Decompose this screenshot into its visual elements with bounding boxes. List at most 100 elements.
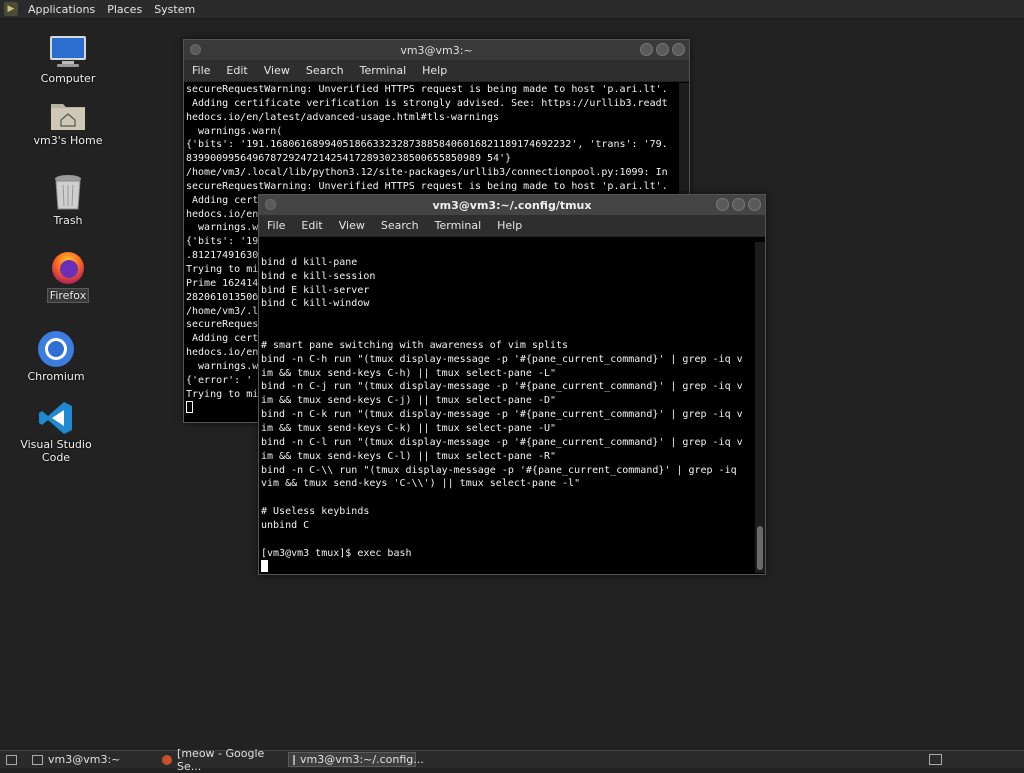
desktop-icon-computer[interactable]: Computer (18, 34, 118, 85)
terminal-line: im && tmux send-keys C-j) || tmux select… (261, 395, 557, 407)
taskbar-item-label: [meow - Google Se... (177, 746, 265, 773)
minimize-icon[interactable] (716, 198, 729, 211)
terminal-line: {'bits': '191.16806168994051866332328738… (186, 139, 668, 151)
computer-icon (50, 36, 86, 67)
desktop-icon-label: Firefox (46, 288, 90, 303)
desktop-icon-label: Visual Studio Code (20, 438, 92, 464)
desktop-icon-label: vm3's Home (33, 134, 103, 147)
terminal-line: bind -n C-j run "(tmux display-message -… (261, 381, 743, 393)
terminal-line: bind -n C-\\ run "(tmux display-message … (261, 464, 737, 476)
desktop-icon-vscode[interactable]: Visual Studio Code (6, 400, 106, 464)
terminal-line: # Useless keybinds (261, 506, 370, 518)
terminal-menubar: File Edit View Search Terminal Help (184, 60, 689, 82)
terminal-line: Adding certificate verification is stron… (186, 97, 668, 109)
terminal-line: bind e kill-session (261, 270, 376, 282)
terminal-line: bind C kill-window (261, 298, 370, 310)
terminal-menubar: File Edit View Search Terminal Help (259, 215, 765, 237)
terminal-icon (293, 754, 295, 765)
terminal-line: im && tmux send-keys C-l) || tmux select… (261, 450, 557, 462)
terminal-line: [vm3@vm3 tmux]$ exec bash (261, 547, 412, 559)
taskbar-item-tmux-terminal[interactable]: vm3@vm3:~/.config... (288, 752, 424, 767)
terminal-line: secureRequestWarning: Unverified HTTPS r… (186, 84, 668, 95)
terminal-line: /home/vm3/.local/lib/python3.12/site-pac… (186, 167, 668, 179)
menu-search[interactable]: Search (298, 64, 352, 77)
trash-icon (55, 175, 81, 210)
scrollbar-thumb[interactable] (757, 526, 763, 570)
window-title: vm3@vm3:~/.config/tmux (432, 198, 592, 212)
desktop-icon-label: Trash (53, 214, 83, 227)
taskbar-item-firefox[interactable]: [meow - Google Se... (158, 747, 286, 773)
terminal-line: secureRequestWarning: Unverified HTTPS r… (186, 180, 668, 192)
terminal-line: im && tmux send-keys C-k) || tmux select… (261, 422, 557, 434)
terminal-line: im && tmux send-keys C-h) || tmux select… (261, 367, 557, 379)
workspace-icon (929, 754, 942, 765)
window-titlebar[interactable]: vm3@vm3:~/.config/tmux (259, 195, 765, 215)
terminal-line: hedocs.io/en/latest/advanced-usage.html#… (186, 111, 500, 123)
terminal-window-tmux[interactable]: vm3@vm3:~/.config/tmux File Edit View Se… (258, 194, 766, 575)
menu-search[interactable]: Search (373, 219, 427, 232)
taskbar-item-label: vm3@vm3:~/.config... (300, 753, 424, 766)
window-menu-icon[interactable] (265, 199, 276, 210)
terminal-line: bind -n C-k run "(tmux display-message -… (261, 409, 743, 421)
menu-edit[interactable]: Edit (293, 219, 330, 232)
terminal-line: warnings.warn( (186, 125, 283, 137)
desktop-icon-home[interactable]: vm3's Home (18, 98, 118, 147)
show-desktop-icon (6, 754, 17, 765)
taskbar-item-label: vm3@vm3:~ (48, 753, 121, 766)
menu-terminal[interactable]: Terminal (352, 64, 415, 77)
menu-edit[interactable]: Edit (218, 64, 255, 77)
workspace-switcher[interactable] (925, 752, 946, 767)
menu-terminal[interactable]: Terminal (427, 219, 490, 232)
desktop-icon-label: Chromium (27, 370, 85, 383)
menu-applications[interactable]: Applications (22, 3, 101, 16)
menu-help[interactable]: Help (489, 219, 530, 232)
terminal-line: bind -n C-h run "(tmux display-message -… (261, 353, 743, 365)
menu-help[interactable]: Help (414, 64, 455, 77)
maximize-icon[interactable] (732, 198, 745, 211)
window-title: vm3@vm3:~ (400, 43, 473, 57)
menu-file[interactable]: File (259, 219, 293, 232)
desktop-icon-trash[interactable]: Trash (18, 174, 118, 227)
window-titlebar[interactable]: vm3@vm3:~ (184, 40, 689, 60)
menu-system[interactable]: System (148, 3, 201, 16)
terminal-line: vim && tmux send-keys 'C-\\') || tmux se… (261, 478, 581, 490)
desktop-icon-firefox[interactable]: Firefox (18, 250, 118, 303)
menu-view[interactable]: View (331, 219, 373, 232)
desktop-icon-chromium[interactable]: Chromium (6, 330, 106, 383)
firefox-icon (162, 754, 173, 765)
minimize-icon[interactable] (640, 43, 653, 56)
terminal-line: # smart pane switching with awareness of… (261, 339, 569, 351)
taskbar-item-home-terminal[interactable]: vm3@vm3:~ (28, 752, 156, 767)
terminal-line: 8399009956496787292472142541728930238500… (186, 153, 512, 165)
terminal-scrollbar[interactable] (755, 242, 765, 573)
close-icon[interactable] (672, 43, 685, 56)
maximize-icon[interactable] (656, 43, 669, 56)
top-panel: ▶ Applications Places System (0, 0, 1024, 19)
terminal-line: bind E kill-server (261, 284, 370, 296)
menu-places[interactable]: Places (101, 3, 148, 16)
desktop-icon-label: Computer (40, 72, 96, 85)
terminal-cursor-line (261, 560, 753, 573)
home-folder-icon (51, 104, 85, 130)
terminal-line: bind d kill-pane (261, 256, 358, 268)
menu-view[interactable]: View (256, 64, 298, 77)
text-cursor (261, 560, 268, 573)
show-desktop-button[interactable] (0, 752, 26, 767)
terminal-line: bind -n C-l run "(tmux display-message -… (261, 436, 743, 448)
chromium-icon (38, 331, 74, 367)
close-icon[interactable] (748, 198, 761, 211)
vscode-icon (39, 402, 72, 434)
terminal-icon (32, 754, 43, 765)
terminal-output[interactable]: bind d kill-pane bind e kill-session bind … (259, 242, 753, 573)
window-menu-icon[interactable] (190, 44, 201, 55)
taskbar: vm3@vm3:~ [meow - Google Se... vm3@vm3:~… (0, 747, 1024, 773)
menu-file[interactable]: File (184, 64, 218, 77)
firefox-icon (52, 252, 84, 284)
terminal-line: unbind C (261, 519, 310, 531)
system-logo-icon[interactable]: ▶ (4, 2, 18, 16)
